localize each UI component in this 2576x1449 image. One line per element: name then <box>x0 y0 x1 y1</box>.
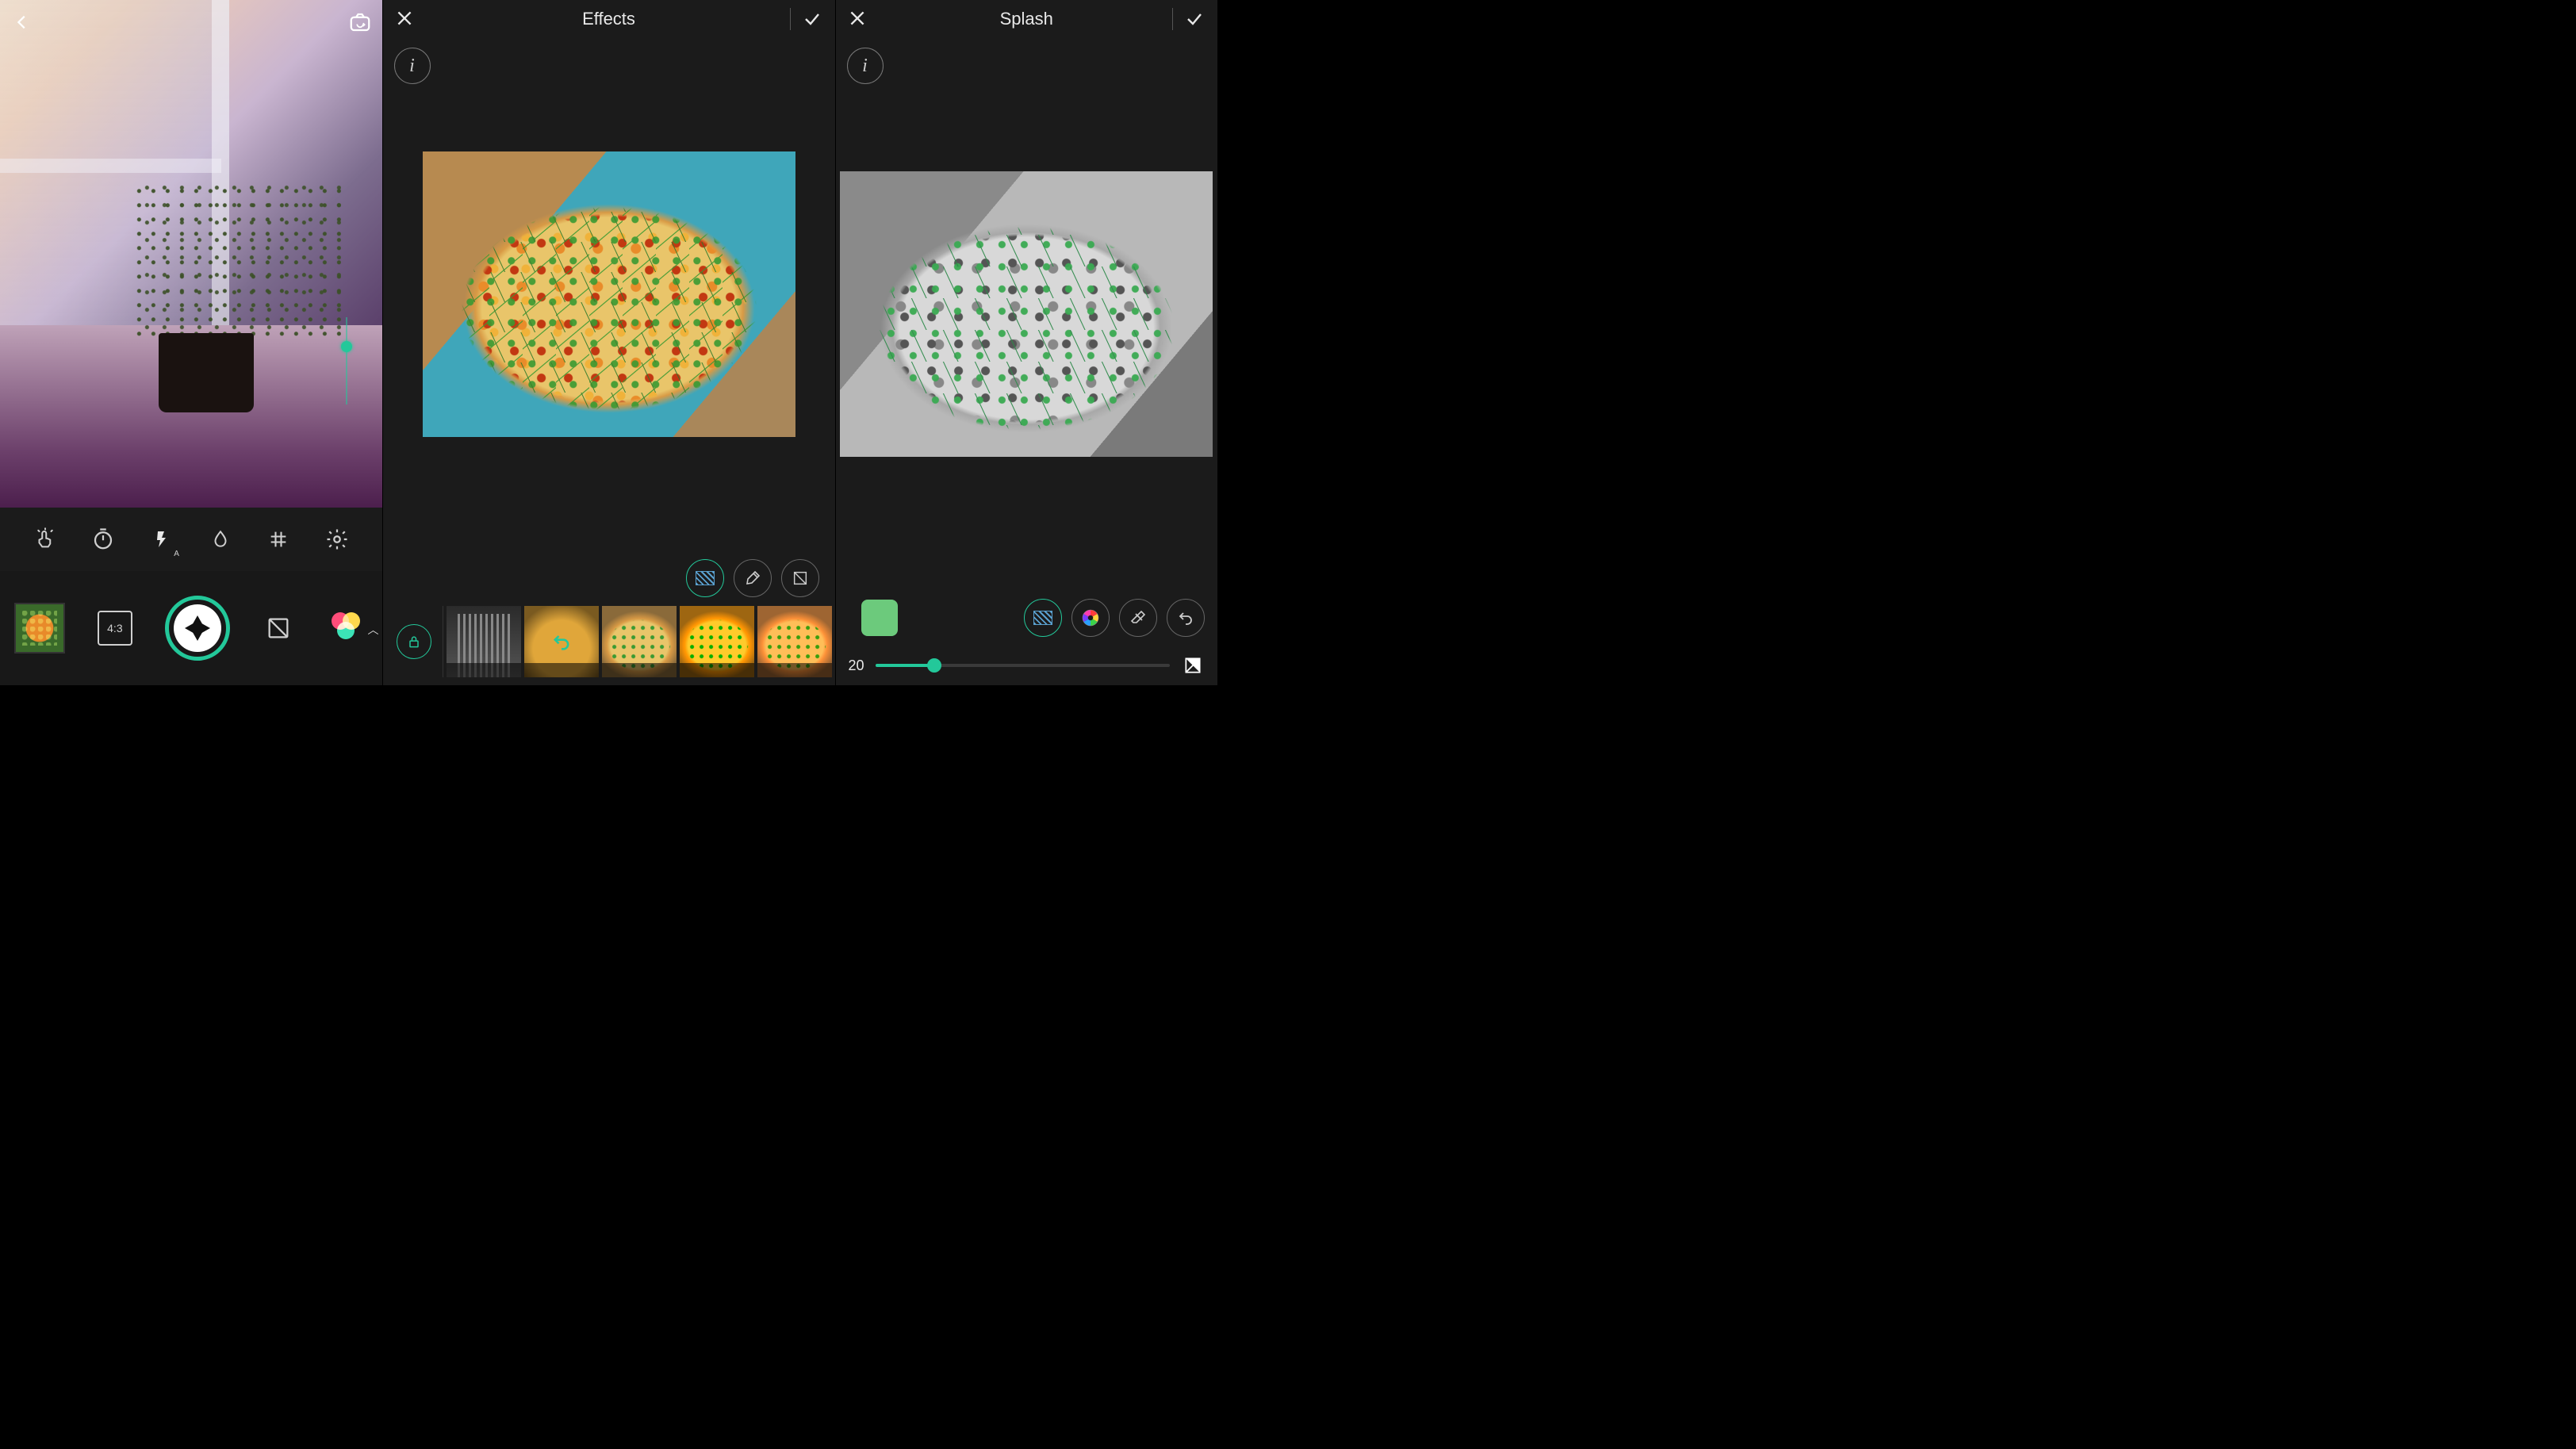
eraser-button[interactable] <box>1119 599 1157 637</box>
shutter-button[interactable] <box>165 596 230 661</box>
brush-button[interactable] <box>734 559 772 597</box>
mask-icon <box>792 569 809 587</box>
info-button[interactable]: i <box>394 48 431 84</box>
splash-canvas[interactable] <box>836 38 1218 590</box>
filter-dot-green <box>337 622 355 639</box>
effect-thumb-label <box>680 663 754 677</box>
aspect-ratio-label: 4:3 <box>107 622 122 634</box>
confirm-button[interactable] <box>1183 10 1206 29</box>
splash-title: Splash <box>1000 9 1053 29</box>
close-button[interactable] <box>847 8 868 29</box>
apply-area-button[interactable] <box>686 559 724 597</box>
lock-icon <box>397 624 431 659</box>
slider-thumb[interactable] <box>927 658 941 673</box>
close-button[interactable] <box>394 8 415 29</box>
camera-top-toolbar: A <box>0 508 382 571</box>
color-wheel-icon <box>1080 608 1101 628</box>
blur-icon[interactable] <box>205 523 236 555</box>
exposure-slider-thumb[interactable] <box>341 341 352 352</box>
splash-header: Splash <box>836 0 1218 38</box>
eraser-icon <box>1129 608 1148 627</box>
effects-panel: Effects i <box>383 0 836 685</box>
info-button[interactable]: i <box>847 48 884 84</box>
splash-tool-row <box>836 590 1218 646</box>
effect-thumb-label <box>447 663 521 677</box>
tolerance-slider[interactable] <box>876 664 1170 667</box>
chevron-up-icon: ︿ <box>368 622 379 638</box>
effects-stage: i <box>383 38 835 685</box>
grid-icon[interactable] <box>263 523 294 555</box>
splash-panel: Splash i <box>836 0 1219 685</box>
effect-thumb[interactable] <box>680 606 754 677</box>
effect-thumb-label <box>757 663 832 677</box>
apply-area-icon <box>1033 611 1052 625</box>
color-swatch[interactable] <box>861 600 898 636</box>
touch-shutter-icon[interactable] <box>29 523 61 555</box>
camera-viewfinder[interactable] <box>0 0 382 508</box>
exposure-slider-track[interactable] <box>346 317 347 404</box>
apply-area-button[interactable] <box>1024 599 1062 637</box>
gallery-thumbnail[interactable] <box>14 603 65 654</box>
brush-icon <box>743 569 762 588</box>
effect-thumb-label <box>524 663 599 677</box>
mask-button[interactable] <box>781 559 819 597</box>
splash-slider-row: 20 <box>836 646 1218 685</box>
effects-title: Effects <box>582 9 635 29</box>
aperture-icon <box>180 611 215 646</box>
splash-image <box>840 171 1213 457</box>
undo-icon <box>1176 608 1195 627</box>
effect-thumb[interactable] <box>602 606 677 677</box>
effects-thumb-row <box>383 606 835 685</box>
back-button[interactable] <box>5 5 40 40</box>
timer-icon[interactable] <box>87 523 119 555</box>
camera-bottom-bar: 4:3 ︿ <box>0 571 382 685</box>
effect-thumb[interactable] <box>447 606 521 677</box>
effect-thumb-original[interactable] <box>524 606 599 677</box>
slider-value: 20 <box>849 657 864 674</box>
lock-presets[interactable] <box>386 606 443 677</box>
slider-fill <box>876 664 934 667</box>
confirm-button[interactable] <box>800 10 824 29</box>
undo-button[interactable] <box>1167 599 1205 637</box>
invert-button[interactable] <box>1181 654 1205 677</box>
effects-mode-row <box>383 550 835 606</box>
color-filters-button[interactable]: ︿ <box>327 611 368 646</box>
color-wheel-button[interactable] <box>1071 599 1110 637</box>
splash-stage: i <box>836 38 1218 685</box>
apply-area-icon <box>696 571 715 585</box>
camera-panel: A 4:3 ︿ <box>0 0 383 685</box>
settings-icon[interactable] <box>321 523 353 555</box>
aspect-ratio-button[interactable]: 4:3 <box>98 611 132 646</box>
flash-icon[interactable]: A <box>146 523 178 555</box>
photo-mode-icon[interactable] <box>263 612 294 644</box>
switch-camera-button[interactable] <box>343 5 378 40</box>
effects-image <box>423 151 795 437</box>
effect-thumb-label <box>602 663 677 677</box>
effect-thumb[interactable] <box>757 606 832 677</box>
effects-canvas[interactable] <box>383 38 835 550</box>
effects-header: Effects <box>383 0 835 38</box>
flash-mode-label: A <box>174 550 179 558</box>
